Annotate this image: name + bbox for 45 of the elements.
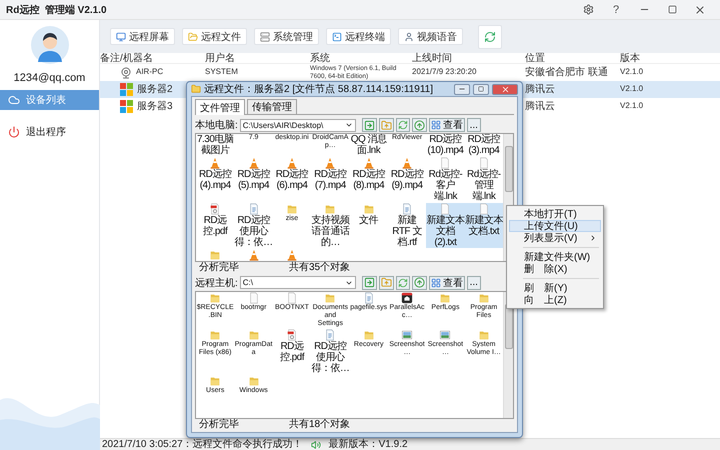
status-message: 2021/7/10 3:05:27：远程文件命令执行成功！ — [102, 439, 303, 450]
column-header: 用户名 — [205, 53, 236, 64]
file-name: Rd远控-客户端.lnk — [428, 169, 464, 202]
column-header: 上线时间 — [412, 53, 453, 64]
user-email: 1234@qq.com — [14, 72, 86, 84]
file-name: RD远控(8).mp4 — [351, 169, 386, 191]
table-cell-text: V2.1.0 — [620, 85, 644, 94]
table-cell-text: V2.1.0 — [620, 102, 644, 111]
table-cell: 服务器3 — [137, 101, 173, 112]
file-name: 新建文本文档.txt — [464, 215, 503, 237]
file-name: RD远控(9).mp4 — [390, 169, 424, 191]
column-header: 系统 — [310, 53, 331, 64]
status-text: 分析完毕 — [199, 419, 239, 430]
table-cell: AIR-PC — [136, 68, 164, 77]
table-cell-text: 2021/7/9 23:20:20 — [412, 68, 478, 77]
object-count: 共有35个对象 — [289, 262, 350, 272]
file-name: RD远控(7).mp4 — [313, 169, 348, 191]
file-name: RD远控(4).mp4 — [198, 169, 232, 191]
file-name: RD远控使用心得：依… — [234, 215, 273, 248]
column-header: 版本 — [620, 53, 641, 64]
table-cell-text: V2.1.0 — [620, 68, 644, 77]
file-name: Rd远控-管理端.lnk — [466, 169, 502, 202]
dialog-title: 远程文件：服务器2 [文件节点 58.87.114.159:11911] — [204, 82, 434, 96]
file-name: RD远控使用心得：依… — [311, 340, 350, 374]
object-count: 共有18个对象 — [289, 419, 350, 430]
file-name: RD远控(5).mp4 — [236, 169, 271, 191]
column-header: 备注/机器名 — [100, 53, 154, 64]
file-name: 支持视频语音通话的… — [311, 215, 350, 248]
window-title: Rd远控 管理端 V2.1.0 — [6, 4, 108, 16]
file-name: RD远控.pdf — [278, 340, 306, 362]
path-label: 远程主机: — [195, 276, 238, 290]
table-cell-text: 腾讯云 — [524, 84, 556, 95]
file-name: RD远控.pdf — [202, 215, 229, 237]
table-cell: 服务器2 — [137, 84, 173, 95]
path-label: 本地电脑: — [195, 118, 238, 132]
table-cell-text: SYSTEM — [205, 68, 239, 77]
table-cell-text: 腾讯云 — [524, 101, 556, 112]
file-name: 新建文本文档 (2).txt — [426, 215, 464, 248]
table-cell-text: 安徽省合肥市 联通 — [524, 67, 609, 78]
version-text: 最新版本：V1.9.2 — [328, 439, 408, 450]
file-name: RD远控(6).mp4 — [274, 169, 310, 191]
column-header: 位置 — [524, 53, 546, 64]
status-text: 分析完毕 — [199, 262, 239, 272]
file-name: 文件 — [359, 215, 378, 226]
file-name: 新建 RTF 文档.rtf — [391, 215, 423, 248]
